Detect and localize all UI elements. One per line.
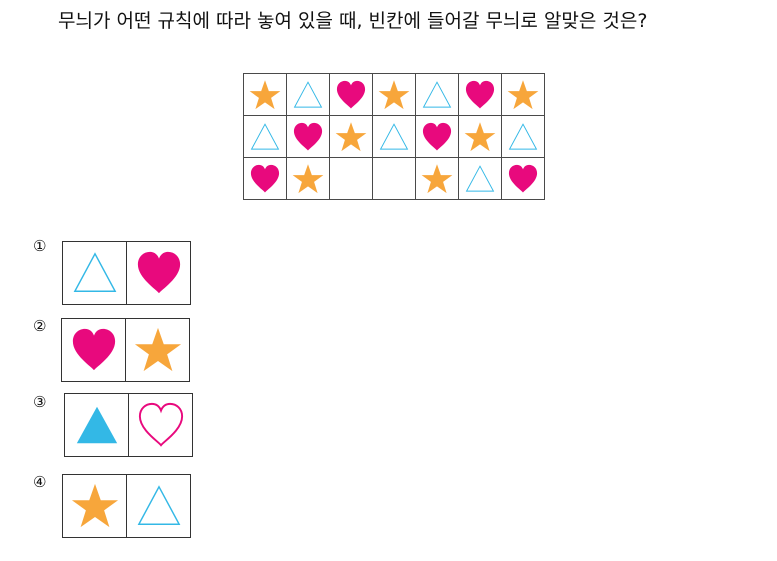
heart-icon: [422, 122, 452, 150]
grid-cell: [243, 157, 287, 200]
heart-icon: [137, 251, 180, 294]
grid-cell-empty: [372, 157, 416, 200]
grid-cell: [329, 73, 373, 116]
option-number-3: ③: [33, 393, 47, 411]
grid-cell: [372, 115, 416, 158]
option-number-1: ①: [33, 237, 47, 255]
heart-icon: [293, 122, 323, 150]
option-1[interactable]: [62, 241, 191, 305]
star-icon: [464, 121, 496, 151]
grid-cell: [415, 73, 459, 116]
option-4[interactable]: [62, 474, 191, 538]
heart-icon: [250, 164, 280, 192]
grid-cell: [458, 73, 502, 116]
grid-cell: [458, 115, 502, 158]
triangle-outline-icon: [379, 122, 409, 150]
option-cell: [65, 394, 128, 456]
option-3[interactable]: [64, 393, 193, 457]
grid-cell: [415, 157, 459, 200]
grid-cell: [415, 115, 459, 158]
star-icon: [421, 163, 453, 193]
star-icon: [292, 163, 324, 193]
option-cell: [125, 319, 189, 381]
star-icon: [335, 121, 367, 151]
grid-cell: [501, 115, 545, 158]
grid-row: [243, 115, 545, 158]
triangle-outline-icon: [422, 80, 452, 108]
grid-cell: [286, 157, 330, 200]
option-cell: [126, 475, 190, 537]
grid-cell-empty: [329, 157, 373, 200]
triangle-outline-icon: [508, 122, 538, 150]
triangle-outline-icon: [465, 164, 495, 192]
heart-icon: [508, 164, 538, 192]
heart-outline-icon: [138, 402, 183, 447]
triangle-outline-icon: [293, 80, 323, 108]
option-cell: [126, 242, 190, 304]
star-icon: [507, 79, 539, 109]
grid-cell: [286, 73, 330, 116]
star-icon: [134, 327, 181, 372]
option-cell: [128, 394, 192, 456]
grid-cell: [458, 157, 502, 200]
triangle-outline-icon: [137, 485, 180, 525]
option-cell: [63, 475, 126, 537]
grid-cell: [286, 115, 330, 158]
grid-row: [243, 157, 545, 200]
star-icon: [378, 79, 410, 109]
triangle-outline-icon: [250, 122, 280, 150]
triangle-outline-icon: [73, 252, 116, 292]
option-2[interactable]: [61, 318, 190, 382]
option-cell: [62, 319, 125, 381]
option-number-4: ④: [33, 473, 47, 491]
option-number-2: ②: [33, 317, 47, 335]
grid-cell: [243, 115, 287, 158]
heart-icon: [336, 80, 366, 108]
grid-row: [243, 73, 545, 116]
pattern-grid: [243, 73, 545, 200]
grid-cell: [501, 157, 545, 200]
option-cell: [63, 242, 126, 304]
grid-cell: [501, 73, 545, 116]
heart-icon: [465, 80, 495, 108]
question-text: 무늬가 어떤 규칙에 따라 놓여 있을 때, 빈칸에 들어갈 무늬로 알맞은 것…: [58, 10, 648, 32]
triangle-filled-icon: [76, 406, 117, 444]
grid-cell: [372, 73, 416, 116]
grid-cell: [329, 115, 373, 158]
star-icon: [71, 483, 118, 528]
grid-cell: [243, 73, 287, 116]
star-icon: [249, 79, 281, 109]
heart-icon: [72, 328, 115, 371]
